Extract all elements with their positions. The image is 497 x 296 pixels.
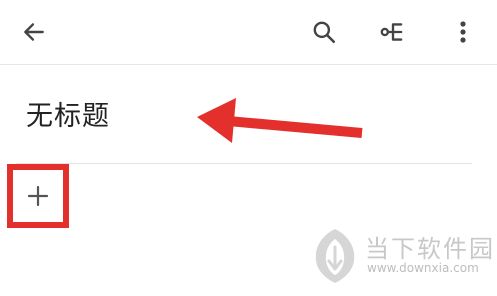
downxia-logo-icon bbox=[315, 229, 355, 283]
search-button[interactable] bbox=[304, 12, 344, 52]
back-button[interactable] bbox=[14, 12, 54, 52]
watermark-url: www.downxia.com bbox=[367, 261, 479, 275]
mindmap-tree-icon bbox=[380, 23, 403, 41]
mindmap-view-button[interactable] bbox=[373, 12, 413, 52]
toolbar-divider bbox=[0, 64, 497, 65]
more-vertical-icon bbox=[460, 21, 466, 43]
search-icon bbox=[313, 21, 336, 44]
plus-icon bbox=[27, 185, 49, 207]
watermark-title: 当下软件园 bbox=[365, 235, 495, 263]
title-divider bbox=[16, 163, 472, 164]
watermark: 当下软件园 www.downxia.com bbox=[305, 225, 495, 285]
arrow-left-icon bbox=[24, 23, 44, 41]
top-toolbar bbox=[0, 0, 497, 64]
more-options-button[interactable] bbox=[443, 12, 483, 52]
add-button[interactable] bbox=[7, 164, 69, 228]
document-title[interactable]: 无标题 bbox=[26, 94, 110, 133]
